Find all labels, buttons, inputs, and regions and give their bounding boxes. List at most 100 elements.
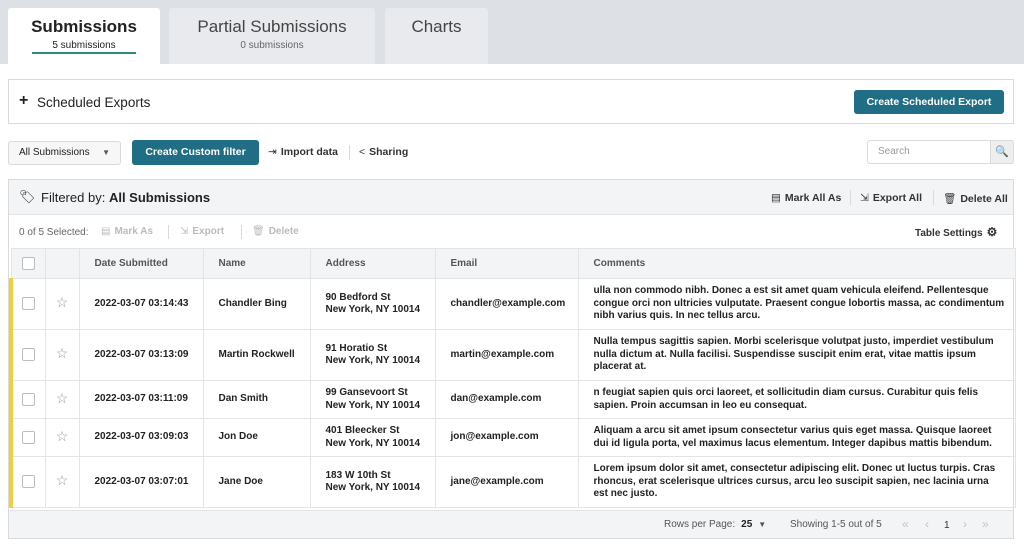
- column-header-name[interactable]: Name: [202, 248, 311, 279]
- tab-charts[interactable]: Charts: [385, 8, 488, 64]
- toolbar: All Submissions ▼ Create Custom filter ⇥…: [8, 140, 1014, 165]
- caret-down-icon: ▼: [758, 520, 767, 529]
- table-row[interactable]: ☆ 2022-03-07 03:11:09 Dan Smith 99 Ganse…: [9, 380, 1016, 419]
- cell-comments: Lorem ipsum dolor sit amet, consectetur …: [577, 456, 1016, 508]
- star-header: [44, 248, 80, 279]
- mark-all-label: Mark All As: [784, 192, 842, 204]
- cell-address: 90 Bedford St New York, NY 10014: [309, 278, 436, 330]
- rows-per-page-select[interactable]: Rows per Page: 25 ▼: [664, 519, 766, 530]
- submissions-table: Date Submitted Name Address Email Commen…: [9, 248, 1016, 508]
- tab-bar: Submissions 5 submissions Partial Submis…: [0, 0, 1024, 64]
- table-header-row: Date Submitted Name Address Email Commen…: [10, 248, 1016, 279]
- scheduled-exports-title[interactable]: Scheduled Exports: [37, 95, 150, 110]
- star-icon[interactable]: ☆: [56, 345, 69, 361]
- table-settings-button[interactable]: Table Settings ⚙: [915, 225, 997, 239]
- column-header-email[interactable]: Email: [434, 248, 579, 279]
- filter-dropdown[interactable]: All Submissions ▼: [8, 141, 121, 165]
- row-checkbox[interactable]: [22, 348, 36, 362]
- mark-as-button[interactable]: ▤ Mark As: [101, 226, 153, 237]
- select-all-checkbox[interactable]: [21, 257, 35, 270]
- prev-page-icon[interactable]: ‹: [925, 517, 929, 531]
- cell-address: 99 Gansevoort St New York, NY 10014: [309, 380, 436, 419]
- gear-icon: ⚙: [986, 225, 998, 239]
- row-star-cell: ☆: [44, 380, 80, 419]
- create-custom-filter-button[interactable]: Create Custom filter: [132, 140, 259, 165]
- selection-divider: [241, 225, 242, 239]
- tab-submissions-title: Submissions: [31, 17, 137, 36]
- cell-date: 2022-03-07 03:09:03: [78, 418, 204, 457]
- column-header-address[interactable]: Address: [309, 248, 436, 279]
- create-scheduled-export-button[interactable]: Create Scheduled Export: [854, 90, 1004, 114]
- column-header-comments[interactable]: Comments: [577, 248, 1016, 279]
- column-header-date[interactable]: Date Submitted: [78, 248, 204, 279]
- row-checkbox[interactable]: [22, 430, 36, 444]
- pagination-bar: Rows per Page: 25 ▼ Showing 1-5 out of 5 «…: [9, 510, 1013, 538]
- filter-divider: [850, 190, 851, 205]
- rows-per-page-value: 25: [741, 519, 753, 530]
- table-settings-label: Table Settings: [915, 228, 983, 239]
- star-icon[interactable]: ☆: [56, 390, 69, 406]
- address-line1: 401 Bleecker St: [325, 425, 400, 436]
- first-page-icon[interactable]: «: [902, 517, 909, 531]
- address-line2: New York, NY 10014: [325, 482, 421, 493]
- cell-email: chandler@example.com: [434, 278, 579, 330]
- table-row[interactable]: ☆ 2022-03-07 03:07:01 Jane Doe 183 W 10t…: [9, 456, 1016, 508]
- current-page[interactable]: 1: [944, 520, 950, 531]
- tab-submissions[interactable]: Submissions 5 submissions: [8, 8, 160, 64]
- cell-date: 2022-03-07 03:11:09: [78, 380, 204, 419]
- import-data-button[interactable]: ⇥ Import data: [268, 146, 338, 158]
- star-icon[interactable]: ☆: [56, 472, 69, 488]
- table-row[interactable]: ☆ 2022-03-07 03:14:43 Chandler Bing 90 B…: [9, 278, 1016, 330]
- export-all-button[interactable]: ⇲ Export All: [860, 192, 922, 204]
- caret-down-icon: ▼: [102, 148, 110, 157]
- cell-email: dan@example.com: [434, 380, 579, 419]
- next-page-icon[interactable]: ›: [963, 517, 967, 531]
- cell-comments: Aliquam a arcu sit amet ipsum consectetu…: [577, 418, 1016, 457]
- import-data-label: Import data: [280, 146, 338, 158]
- row-checkbox[interactable]: [22, 475, 36, 489]
- cell-name: Jane Doe: [202, 456, 311, 508]
- address-line2: New York, NY 10014: [325, 437, 421, 449]
- row-checkbox[interactable]: [22, 297, 36, 311]
- cell-name: Martin Rockwell: [202, 329, 311, 381]
- row-checkbox[interactable]: [22, 392, 36, 406]
- table-row[interactable]: ☆ 2022-03-07 03:09:03 Jon Doe 401 Bleeck…: [9, 418, 1016, 457]
- submissions-panel: 🏷 Filtered by: All Submissions ▤ Mark All…: [8, 179, 1016, 539]
- trash-icon: 🗑: [252, 226, 265, 237]
- delete-all-button[interactable]: 🗑 Delete All: [943, 192, 1008, 205]
- tab-charts-title: Charts: [411, 17, 462, 36]
- mark-as-label: Mark As: [114, 226, 153, 237]
- tab-submissions-count: 5 submissions: [52, 40, 116, 51]
- star-icon[interactable]: ☆: [56, 294, 69, 310]
- mark-all-as-button[interactable]: ▤ Mark All As: [771, 192, 841, 204]
- filter-title: Filtered by: All Submissions: [41, 190, 210, 205]
- row-select-cell: [9, 278, 46, 330]
- cell-address: 91 Horatio St New York, NY 10014: [309, 329, 436, 381]
- last-page-icon[interactable]: »: [982, 517, 989, 531]
- delete-button[interactable]: 🗑 Delete: [252, 226, 299, 237]
- cell-email: jane@example.com: [434, 456, 579, 508]
- filter-dropdown-value: All Submissions: [19, 147, 90, 158]
- table-row[interactable]: ☆ 2022-03-07 03:13:09 Martin Rockwell 91…: [9, 329, 1016, 381]
- row-star-cell: ☆: [44, 329, 80, 381]
- address-line2: New York, NY 10014: [325, 355, 421, 366]
- cell-name: Dan Smith: [202, 380, 311, 419]
- row-select-cell: [9, 329, 46, 381]
- row-star-cell: ☆: [44, 278, 80, 330]
- address-line1: 99 Gansevoort St: [325, 387, 408, 398]
- cell-address: 183 W 10th St New York, NY 10014: [309, 456, 436, 508]
- expand-plus-icon[interactable]: +: [19, 92, 28, 110]
- share-icon: <: [359, 146, 366, 158]
- search-input[interactable]: Search: [867, 140, 991, 164]
- address-line1: 90 Bedford St: [325, 291, 391, 303]
- address-line1: 183 W 10th St: [325, 469, 391, 481]
- filter-prefix: Filtered by:: [41, 190, 106, 205]
- cell-email: jon@example.com: [434, 418, 579, 457]
- tab-partial-submissions[interactable]: Partial Submissions 0 submissions: [169, 8, 375, 64]
- search-icon[interactable]: 🔍: [990, 140, 1014, 164]
- export-button[interactable]: ⇲ Export: [180, 226, 224, 237]
- cell-date: 2022-03-07 03:07:01: [78, 456, 204, 508]
- star-icon[interactable]: ☆: [56, 428, 69, 444]
- sharing-button[interactable]: < Sharing: [359, 146, 408, 158]
- address-line1: 91 Horatio St: [325, 342, 388, 354]
